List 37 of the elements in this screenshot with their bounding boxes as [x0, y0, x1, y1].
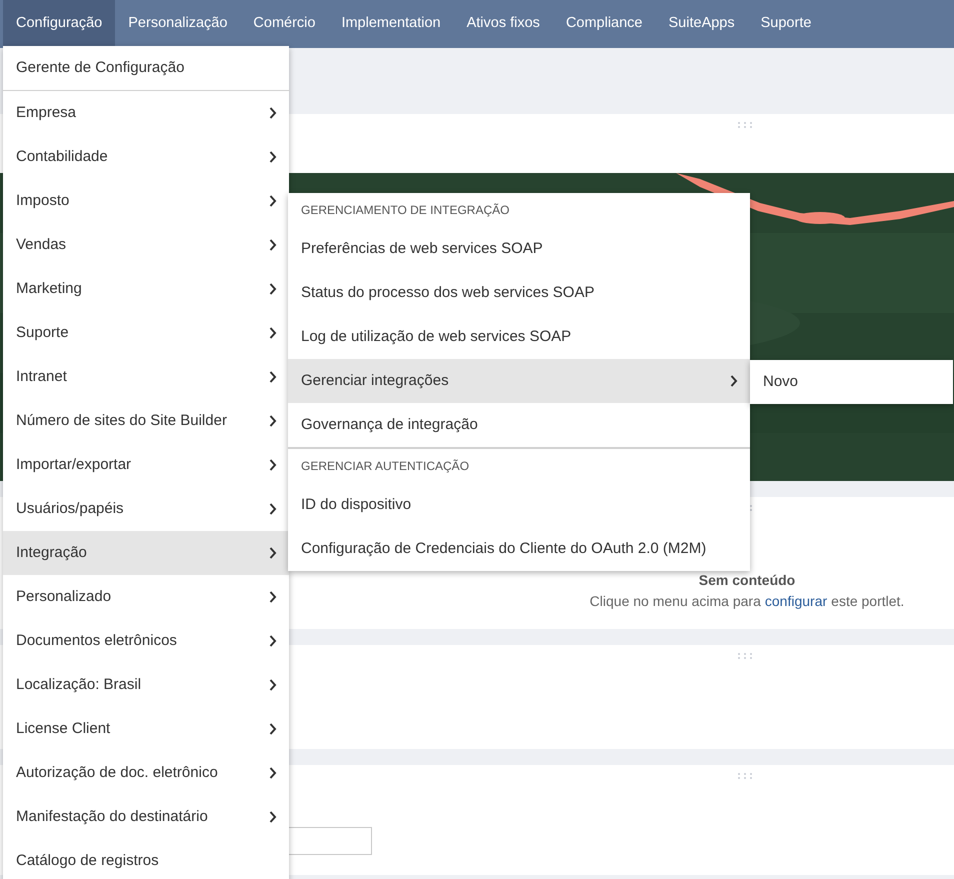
- menu-item[interactable]: Autorização de doc. eletrônico: [3, 751, 289, 795]
- nav-tab[interactable]: Ativos fixos: [454, 0, 553, 48]
- menu-item[interactable]: License Client: [3, 707, 289, 751]
- menu-item[interactable]: Preferências de web services SOAP: [288, 227, 750, 271]
- menu-item[interactable]: Gerenciar integrações: [288, 359, 750, 403]
- menu-item[interactable]: Localização: Brasil: [3, 663, 289, 707]
- empty-title: Sem conteúdo: [698, 571, 796, 590]
- menu-item[interactable]: Novo: [750, 360, 953, 404]
- menu-item[interactable]: ID do dispositivo: [288, 483, 750, 527]
- nav-tab[interactable]: Comércio: [240, 0, 328, 48]
- menu-item[interactable]: Imposto: [3, 179, 289, 223]
- empty-message: este portlet.: [831, 592, 904, 611]
- menu-item[interactable]: Empresa: [3, 91, 289, 135]
- section-header: GERENCIAMENTO DE INTEGRAÇÃO: [301, 202, 510, 219]
- menu-item[interactable]: Status do processo dos web services SOAP: [288, 271, 750, 315]
- menu-item[interactable]: Gerente de Configuração: [3, 46, 289, 90]
- drag-handle-icon: [737, 652, 753, 660]
- menu-item[interactable]: Configuração de Credenciais do Cliente do OAuth 2.0 (M2M): [288, 527, 750, 571]
- nav-tab[interactable]: Compliance: [552, 0, 656, 48]
- section-header: GERENCIAR AUTENTICAÇÃO: [301, 458, 470, 475]
- menu-item[interactable]: Manifestação do destinatário: [3, 795, 289, 839]
- nav-tab[interactable]: Configuração: [3, 0, 116, 48]
- empty-message: Clique no menu acima para: [590, 592, 761, 611]
- drag-handle-icon: [737, 772, 753, 780]
- menu-item[interactable]: Governança de integração: [288, 403, 750, 447]
- nav-tab[interactable]: Implementation: [328, 0, 454, 48]
- menu-item[interactable]: Personalizado: [3, 575, 289, 619]
- nav-tab[interactable]: Personalização: [115, 0, 240, 48]
- menu-item[interactable]: Contabilidade: [3, 135, 289, 179]
- nav-tab[interactable]: Suporte: [748, 0, 824, 48]
- nav-tab[interactable]: SuiteApps: [656, 0, 748, 48]
- configure-link[interactable]: configurar: [764, 591, 828, 612]
- menu-item[interactable]: Documentos eletrônicos: [3, 619, 289, 663]
- menu-item[interactable]: Catálogo de registros: [3, 839, 289, 879]
- drag-handle-icon: [737, 121, 753, 129]
- menu-item[interactable]: Integração: [3, 531, 289, 575]
- menu-item[interactable]: Log de utilização de web services SOAP: [288, 315, 750, 359]
